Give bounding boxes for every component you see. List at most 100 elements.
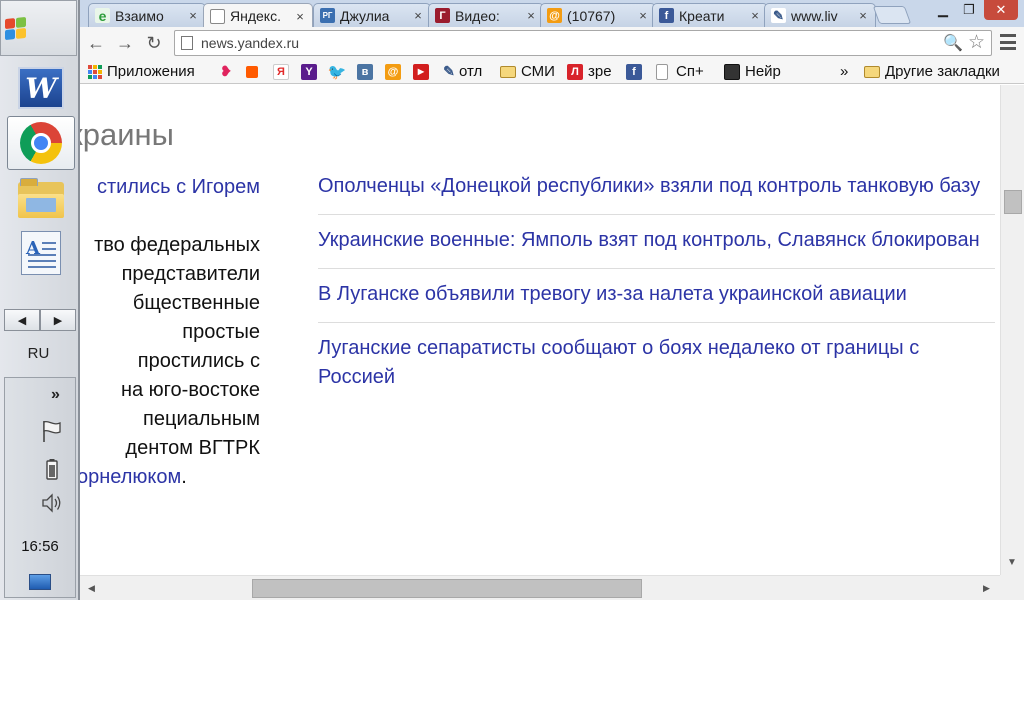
bookmark-mail[interactable]: @ bbox=[385, 62, 401, 81]
scroll-right-button[interactable]: ▶ bbox=[983, 583, 990, 594]
reload-button[interactable]: ↻ bbox=[142, 31, 166, 55]
bookmark-yandex[interactable]: Я bbox=[273, 62, 289, 81]
bookmark-facebook[interactable]: f bbox=[626, 62, 642, 81]
menu-icon[interactable] bbox=[1000, 34, 1016, 50]
square-icon bbox=[246, 65, 258, 78]
news-link[interactable]: Луганские сепаратисты сообщают о боях не… bbox=[318, 337, 919, 388]
page-icon bbox=[181, 36, 193, 50]
left-article-line[interactable]: стились с Игорем bbox=[80, 173, 260, 202]
horizontal-scrollbar[interactable]: ◀ ▶ bbox=[80, 575, 1000, 600]
news-list: Ополченцы «Донецкой республики» взяли по… bbox=[318, 161, 995, 405]
taskbar-explorer-button[interactable] bbox=[7, 171, 75, 225]
scrollbar-corner bbox=[1000, 575, 1024, 600]
lips-icon: ❥ bbox=[220, 63, 232, 79]
bookmark-neir[interactable]: Нейр bbox=[724, 62, 781, 81]
facebook-icon: f bbox=[659, 8, 674, 23]
left-article-line: представители bbox=[121, 263, 260, 285]
tab-facebook[interactable]: f Креати × bbox=[652, 3, 768, 27]
bookmark-smi[interactable]: СМИ bbox=[500, 62, 555, 81]
bookmarks-overflow-button[interactable]: » bbox=[840, 62, 848, 81]
horizontal-scroll-thumb[interactable] bbox=[252, 579, 642, 598]
zoom-icon[interactable]: 🔍 bbox=[943, 33, 963, 53]
tab-mail[interactable]: @ (10767) × bbox=[540, 3, 656, 27]
close-tab-icon[interactable]: × bbox=[749, 8, 761, 23]
bookmark-label: зре bbox=[588, 63, 612, 80]
left-article-line: на юго-востоке bbox=[120, 379, 260, 401]
bookmark-square[interactable] bbox=[246, 62, 258, 81]
bookmark-zre[interactable]: Л зре bbox=[567, 62, 612, 81]
close-window-button[interactable]: ✕ bbox=[984, 0, 1018, 20]
section-title: токе Украины bbox=[80, 117, 174, 152]
close-tab-icon[interactable]: × bbox=[187, 8, 199, 23]
speaker-icon[interactable] bbox=[39, 490, 65, 516]
close-tab-icon[interactable]: × bbox=[412, 8, 424, 23]
vertical-scrollbar[interactable]: ▼ bbox=[1000, 85, 1024, 575]
news-item: Ополченцы «Донецкой республики» взяли по… bbox=[318, 161, 995, 215]
left-article-line: пециальным bbox=[143, 408, 260, 430]
bookmark-label: отл bbox=[459, 63, 483, 80]
tab-livejournal[interactable]: ✎ www.liv × bbox=[764, 3, 876, 27]
maximize-button[interactable]: ❐ bbox=[956, 0, 982, 20]
tray-expand-button[interactable]: » bbox=[51, 386, 60, 404]
vertical-scroll-thumb[interactable] bbox=[1004, 190, 1022, 214]
tab-julia[interactable]: РГ Джулиа × bbox=[313, 3, 431, 27]
left-article-line: бщественные bbox=[132, 292, 260, 314]
news-link[interactable]: Ополченцы «Донецкой республики» взяли по… bbox=[318, 175, 980, 197]
chrome-icon bbox=[20, 122, 62, 164]
address-bar[interactable]: news.yandex.ru 🔍 ☆ bbox=[174, 30, 992, 56]
left-article-line bbox=[80, 202, 260, 231]
bookmark-lips[interactable]: ❥ bbox=[218, 62, 234, 81]
close-tab-icon[interactable]: × bbox=[294, 9, 306, 24]
tab-video[interactable]: Г Видео: × bbox=[428, 3, 544, 27]
taskbar-chrome-button[interactable] bbox=[7, 116, 75, 170]
yahoo-icon: Y bbox=[301, 63, 317, 80]
clock[interactable]: 16:56 bbox=[5, 538, 75, 555]
bookmark-other[interactable]: Другие закладки bbox=[864, 62, 1000, 81]
bookmark-sp[interactable]: Сп+ bbox=[656, 62, 704, 81]
bookmark-youtube[interactable]: ▶ bbox=[413, 62, 429, 81]
bookmark-vk[interactable]: в bbox=[357, 62, 373, 81]
close-tab-icon[interactable]: × bbox=[857, 8, 869, 23]
scroll-down-button[interactable]: ▼ bbox=[1007, 557, 1017, 568]
bookmark-label: СМИ bbox=[521, 63, 555, 80]
close-tab-icon[interactable]: × bbox=[637, 8, 649, 23]
battery-icon[interactable] bbox=[39, 456, 65, 482]
bookmark-star-icon[interactable]: ☆ bbox=[968, 31, 985, 54]
language-indicator[interactable]: RU bbox=[0, 345, 77, 362]
youtube-icon: ▶ bbox=[413, 63, 429, 80]
tab-yandex[interactable]: Яндекс. × bbox=[203, 3, 313, 28]
tab-label: www.liv bbox=[791, 7, 838, 24]
forward-button[interactable]: → bbox=[113, 31, 137, 55]
bookmark-label: Сп+ bbox=[676, 63, 704, 80]
taskbar-wordpad-button[interactable]: A bbox=[7, 226, 75, 280]
bookmark-apps[interactable]: Приложения bbox=[88, 62, 195, 81]
taskbar-word-button[interactable]: W bbox=[7, 61, 75, 115]
bookmark-yahoo[interactable]: Y bbox=[301, 62, 317, 81]
flag-icon[interactable] bbox=[39, 418, 65, 444]
left-article-line: простились с bbox=[137, 350, 260, 372]
sentence-end: . bbox=[181, 466, 187, 488]
bookmark-label: Другие закладки bbox=[885, 63, 1000, 80]
taskbar-scroll-left-button[interactable]: ◀ bbox=[4, 309, 40, 331]
url-text[interactable]: news.yandex.ru bbox=[201, 35, 299, 51]
start-button[interactable] bbox=[0, 0, 77, 56]
scroll-left-button[interactable]: ◀ bbox=[88, 583, 95, 594]
left-article-line: простые bbox=[182, 321, 260, 343]
page-icon bbox=[210, 8, 225, 24]
system-tray: » 16:56 bbox=[4, 377, 76, 598]
bookmark-otl[interactable]: ✎ отл bbox=[441, 62, 482, 81]
tab-vzaimo[interactable]: e Взаимо × bbox=[88, 3, 206, 27]
news-link[interactable]: В Луганске объявили тревогу из-за налета… bbox=[318, 283, 907, 305]
minimize-button[interactable]: ▁ bbox=[930, 0, 956, 20]
bookmark-twitter[interactable]: 🐦 bbox=[328, 62, 347, 81]
tab-label: Джулиа bbox=[340, 7, 390, 24]
bookmark-label: Приложения bbox=[107, 63, 195, 80]
close-tab-icon[interactable]: × bbox=[525, 8, 537, 23]
back-button[interactable]: ← bbox=[84, 31, 108, 55]
show-desktop-icon[interactable] bbox=[29, 574, 51, 590]
author-link[interactable]: орнелюком bbox=[80, 466, 181, 488]
new-tab-button[interactable] bbox=[872, 6, 912, 24]
taskbar-scroll-right-button[interactable]: ▶ bbox=[40, 309, 76, 331]
news-link[interactable]: Украинские военные: Ямполь взят под конт… bbox=[318, 229, 980, 251]
folder-icon bbox=[500, 65, 516, 78]
